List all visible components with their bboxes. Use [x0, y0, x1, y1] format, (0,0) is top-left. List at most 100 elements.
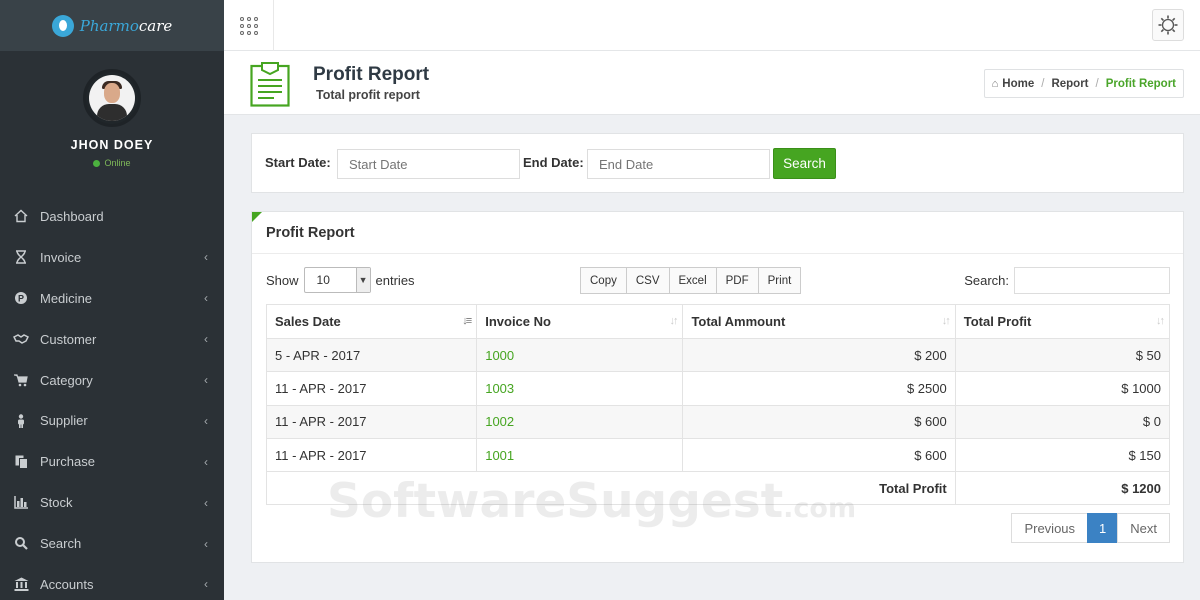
entries-select[interactable]: 10 ▼	[303, 267, 371, 293]
search-label: Search:	[964, 273, 1009, 288]
search-icon	[13, 536, 29, 552]
total-profit-label: Total Profit	[266, 471, 956, 506]
sidebar-item-label: Supplier	[40, 413, 88, 429]
brand-logo[interactable]: Pharmocare	[0, 0, 224, 51]
settings-button[interactable]	[1152, 9, 1184, 41]
print-button[interactable]: Print	[757, 267, 802, 294]
sidebar-item-label: Purchase	[40, 454, 95, 470]
sidebar-item-label: Category	[40, 372, 93, 388]
entries-label: entries	[375, 272, 415, 288]
profit-table: Sales Date ↓≡ Invoice No ↓↑ Total Ammount ↓…	[265, 304, 1171, 506]
sidebar: Pharmocare JHON DOEY Online Dashboard In…	[0, 0, 224, 600]
pharmacy-drop-icon	[51, 14, 74, 37]
pagination: Previous 1 Next	[1011, 513, 1170, 543]
home-icon: ⌂	[991, 77, 999, 90]
sales-date-cell: 5 - APR - 2017	[265, 337, 478, 373]
previous-page-button[interactable]: Previous	[1011, 513, 1089, 543]
page-title: Profit Report	[313, 64, 430, 85]
pdf-button[interactable]: PDF	[715, 267, 759, 294]
hourglass-icon	[13, 249, 29, 265]
excel-button[interactable]: Excel	[668, 267, 717, 294]
sort-icon: ↓↑	[941, 315, 951, 327]
sidebar-item-invoice[interactable]: Invoice ‹	[0, 237, 224, 278]
column-header-invoice-no[interactable]: Invoice No ↓↑	[476, 304, 684, 339]
table-row: 11 - APR - 2017 1001 $ 600 $ 150	[265, 437, 1171, 473]
breadcrumb-separator: /	[1095, 77, 1099, 90]
invoice-link[interactable]: 1001	[476, 437, 684, 473]
breadcrumb-home[interactable]: Home	[1002, 78, 1034, 90]
pill-icon: P	[13, 290, 29, 306]
copy-button[interactable]: Copy	[580, 267, 627, 294]
column-header-total-profit[interactable]: Total Profit ↓↑	[954, 304, 1171, 339]
sidebar-item-category[interactable]: Category ‹	[0, 360, 224, 401]
entries-select-value: 10	[316, 273, 330, 287]
total-profit-cell: $ 150	[954, 437, 1171, 473]
grid-dots-icon	[239, 16, 258, 35]
user-photo	[89, 75, 135, 121]
user-name: JHON DOEY	[70, 138, 154, 152]
total-amount-cell: $ 600	[682, 437, 956, 473]
breadcrumb: ⌂ Home / Report / Profit Report	[983, 69, 1184, 98]
sidebar-item-stock[interactable]: Stock ‹	[0, 482, 224, 523]
sort-asc-icon: ↓≡	[462, 315, 472, 327]
sidebar-item-dashboard[interactable]: Dashboard	[0, 196, 224, 237]
total-profit-cell: $ 0	[954, 404, 1171, 439]
apps-menu-button[interactable]	[224, 0, 274, 51]
chevron-left-icon: ‹	[204, 536, 208, 551]
start-date-input[interactable]	[337, 149, 520, 179]
sales-date-cell: 11 - APR - 2017	[265, 404, 478, 439]
invoice-link[interactable]: 1003	[476, 371, 684, 406]
sidebar-item-customer[interactable]: Customer ‹	[0, 319, 224, 360]
total-amount-cell: $ 600	[682, 404, 956, 439]
column-header-total-amount[interactable]: Total Ammount ↓↑	[682, 304, 956, 339]
page-header: Profit Report Total profit report ⌂ Home…	[224, 51, 1200, 115]
sidebar-item-label: Search	[40, 536, 82, 552]
page-1-button[interactable]: 1	[1087, 513, 1119, 543]
sidebar-item-label: Stock	[40, 495, 73, 511]
show-label: Show	[266, 272, 299, 288]
top-bar	[224, 0, 1200, 51]
sort-icon: ↓↑	[1156, 315, 1165, 327]
breadcrumb-report[interactable]: Report	[1051, 78, 1088, 90]
table-header-row: Sales Date ↓≡ Invoice No ↓↑ Total Ammount ↓…	[265, 304, 1171, 339]
invoice-link[interactable]: 1002	[476, 404, 684, 439]
sidebar-item-label: Dashboard	[40, 208, 104, 224]
sidebar-item-supplier[interactable]: Supplier ‹	[0, 400, 224, 441]
total-profit-cell: $ 50	[954, 337, 1171, 373]
sidebar-item-medicine[interactable]: P Medicine ‹	[0, 278, 224, 319]
table-search: Search:	[964, 267, 1170, 294]
chevron-left-icon: ‹	[204, 413, 208, 428]
sidebar-item-label: Accounts	[40, 576, 94, 592]
chevron-left-icon: ‹	[204, 495, 208, 510]
table-row: 5 - APR - 2017 1000 $ 200 $ 50	[265, 337, 1171, 373]
end-date-input[interactable]	[587, 149, 770, 179]
total-amount-cell: $ 200	[682, 337, 956, 373]
chevron-left-icon: ‹	[204, 454, 208, 469]
svg-text:P: P	[18, 294, 24, 304]
table-search-input[interactable]	[1014, 267, 1170, 294]
sales-date-cell: 11 - APR - 2017	[265, 437, 478, 473]
sidebar-item-accounts[interactable]: Accounts ‹	[0, 564, 224, 600]
chevron-left-icon: ‹	[204, 250, 208, 265]
bar-chart-icon	[13, 495, 29, 511]
chevron-left-icon: ‹	[204, 332, 208, 347]
invoice-link[interactable]: 1000	[476, 337, 684, 373]
breadcrumb-current: Profit Report	[1105, 77, 1176, 90]
next-page-button[interactable]: Next	[1117, 513, 1170, 543]
column-header-sales-date[interactable]: Sales Date ↓≡	[265, 304, 478, 339]
chevron-left-icon: ‹	[204, 373, 208, 387]
chevron-left-icon: ‹	[204, 577, 208, 592]
date-filter-card: Start Date: End Date: Search	[251, 133, 1184, 193]
export-buttons: Copy CSV Excel PDF Print	[580, 267, 802, 294]
avatar[interactable]	[83, 69, 141, 127]
sidebar-menu: Dashboard Invoice ‹ P Medicine ‹ Custome…	[0, 196, 224, 600]
clipboard-icon	[250, 61, 290, 110]
csv-button[interactable]: CSV	[625, 267, 670, 294]
start-date-label: Start Date:	[265, 155, 331, 170]
search-button[interactable]: Search	[773, 148, 836, 179]
sidebar-item-purchase[interactable]: Purchase ‹	[0, 441, 224, 482]
user-profile: JHON DOEY Online	[0, 51, 224, 196]
sales-date-cell: 11 - APR - 2017	[265, 371, 478, 406]
profit-report-card: Profit Report Show 10 ▼ entries Copy CSV…	[251, 211, 1184, 563]
sidebar-item-search[interactable]: Search ‹	[0, 523, 224, 564]
